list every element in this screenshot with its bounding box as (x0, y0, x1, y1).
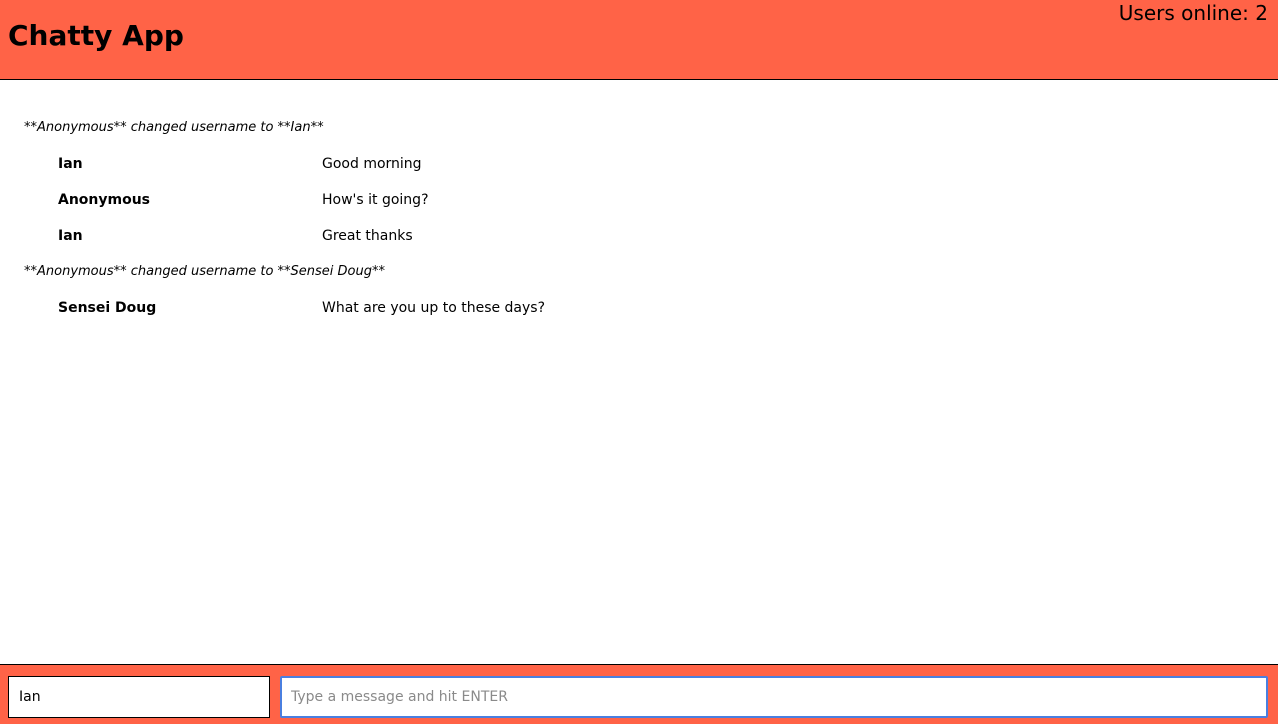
message-username: Anonymous (58, 192, 151, 208)
message-content: Great thanks (322, 228, 413, 244)
chat-message: Anonymous How's it going? (0, 182, 1278, 218)
chat-message: Ian Good morning (0, 146, 1278, 182)
message-list: **Anonymous** changed username to **Ian*… (0, 110, 1278, 326)
system-notification: **Anonymous** changed username to **Sens… (0, 254, 1278, 290)
message-username: Ian (58, 156, 83, 172)
users-online-count: Users online: 2 (1118, 1, 1268, 25)
message-content: What are you up to these days? (322, 300, 546, 316)
message-content: How's it going? (322, 192, 429, 208)
message-content: Good morning (322, 156, 422, 172)
notification-text: **Anonymous** changed username to **Ian*… (24, 120, 324, 135)
chatty-app: Chatty App Users online: 2 **Anonymous**… (0, 0, 1278, 724)
chat-message: Sensei Doug What are you up to these day… (0, 290, 1278, 326)
chat-bar (0, 664, 1278, 724)
message-username: Ian (58, 228, 83, 244)
navbar: Chatty App Users online: 2 (0, 0, 1278, 80)
message-username: Sensei Doug (58, 300, 157, 316)
chat-message: Ian Great thanks (0, 218, 1278, 254)
notification-text: **Anonymous** changed username to **Sens… (24, 264, 386, 279)
username-input[interactable] (8, 676, 270, 718)
app-title: Chatty App (8, 19, 184, 52)
system-notification: **Anonymous** changed username to **Ian*… (0, 110, 1278, 146)
message-input[interactable] (280, 676, 1268, 718)
